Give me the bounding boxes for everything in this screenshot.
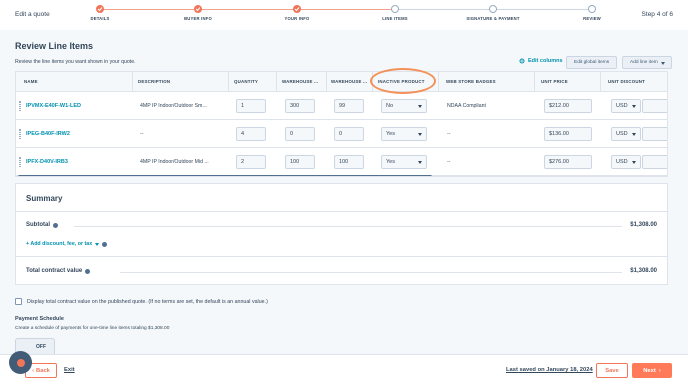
- step-signature-payment[interactable]: SIGNATURE & PAYMENT: [453, 5, 533, 21]
- next-button[interactable]: Next ›: [632, 363, 672, 378]
- column-header[interactable]: QUANTITY: [234, 79, 258, 84]
- chevron-down-icon: [418, 161, 422, 164]
- summary-title: Summary: [26, 194, 63, 203]
- currency-select[interactable]: USD: [611, 127, 641, 141]
- chevron-down-icon: [632, 133, 636, 136]
- table-row: IPVMX-E40F-W1-LED 4MP IP Indoor/Outdoor …: [16, 92, 667, 120]
- edit-columns-link[interactable]: Edit columns: [519, 58, 563, 64]
- column-header[interactable]: UNIT DISCOUNT: [608, 79, 645, 84]
- table-row: IPEG-B40F-IRW2 -- 4 0 0 Yes -- $136.00 U…: [16, 120, 667, 148]
- unit-discount-input[interactable]: [642, 127, 667, 141]
- quantity-input[interactable]: 1: [236, 99, 266, 113]
- horizontal-scrollbar[interactable]: [18, 175, 432, 176]
- step-buyer-info[interactable]: BUYER INFO: [158, 5, 238, 21]
- display-total-option[interactable]: Display total contract value on the publ…: [15, 298, 268, 305]
- line-items-table: NAME DESCRIPTION QUANTITY WAREHOUSE ... …: [15, 71, 668, 177]
- wizard-bar: Edit a quote DETAILS BUYER INFO YOUR INF…: [0, 0, 688, 30]
- future-step-dot: [489, 5, 497, 13]
- info-icon[interactable]: [85, 268, 91, 274]
- column-header[interactable]: NAME: [24, 79, 38, 84]
- future-step-dot: [588, 5, 596, 13]
- column-header[interactable]: WEB STORE BADGES: [446, 79, 496, 84]
- unit-price-input[interactable]: $136.00: [544, 127, 592, 141]
- check-icon: [293, 5, 301, 13]
- drag-handle-icon[interactable]: [19, 157, 21, 167]
- chevron-down-icon: [95, 242, 100, 246]
- column-header[interactable]: DESCRIPTION: [138, 79, 170, 84]
- check-icon: [194, 5, 202, 13]
- chevron-down-icon: [632, 161, 636, 164]
- drag-handle-icon[interactable]: [19, 129, 21, 139]
- line-item-name-link[interactable]: IPVMX-E40F-W1-LED: [26, 103, 81, 109]
- unit-price-input[interactable]: $212.00: [544, 99, 592, 113]
- total-contract-value: $1,308.00: [630, 268, 657, 274]
- description-cell: --: [140, 131, 144, 137]
- chevron-right-icon: ›: [658, 367, 661, 374]
- wizard-title: Edit a quote: [15, 11, 50, 18]
- unit-discount-input[interactable]: [642, 99, 667, 113]
- inactive-product-select[interactable]: Yes: [381, 155, 427, 169]
- table-row: IPFX-D40V-IRB3 4MP IP Indoor/Outdoor Mid…: [16, 148, 667, 176]
- add-discount-link[interactable]: + Add discount, fee, or tax: [26, 241, 108, 247]
- column-header[interactable]: WAREHOUSE ...: [282, 79, 318, 84]
- step-counter: Step 4 of 6: [641, 11, 673, 18]
- quantity-input[interactable]: 4: [236, 127, 266, 141]
- step-review[interactable]: REVIEW: [552, 5, 632, 21]
- description-cell: 4MP IP Indoor/Outdoor Sm...: [140, 103, 207, 109]
- description-cell: 4MP IP Indoor/Outdoor Mid ...: [140, 159, 209, 165]
- warehouse-input[interactable]: 300: [285, 99, 315, 113]
- chat-icon[interactable]: [9, 351, 32, 374]
- warehouse-input[interactable]: 0: [334, 127, 364, 141]
- line-item-name-link[interactable]: IPFX-D40V-IRB3: [26, 159, 68, 165]
- web-store-badge-cell: --: [447, 131, 451, 137]
- column-header[interactable]: UNIT PRICE: [541, 79, 568, 84]
- chevron-down-icon: [418, 133, 422, 136]
- info-icon[interactable]: [53, 222, 58, 228]
- unit-price-input[interactable]: $276.00: [544, 155, 592, 169]
- quantity-input[interactable]: 2: [236, 155, 266, 169]
- currency-select[interactable]: USD: [611, 99, 641, 113]
- edit-global-items-button[interactable]: Edit global items: [566, 56, 618, 69]
- chevron-down-icon: [661, 62, 665, 65]
- page-title: Review Line Items: [15, 41, 94, 51]
- chevron-down-icon: [418, 105, 422, 108]
- drag-handle-icon[interactable]: [19, 101, 21, 111]
- subtotal-label: Subtotal: [26, 222, 58, 228]
- highlight-circle: [370, 68, 436, 94]
- table-header: NAME DESCRIPTION QUANTITY WAREHOUSE ... …: [16, 72, 667, 92]
- display-total-checkbox[interactable]: [15, 298, 22, 305]
- info-icon[interactable]: [102, 241, 108, 247]
- warehouse-input[interactable]: 100: [334, 155, 364, 169]
- step-line-items[interactable]: LINE ITEMS: [355, 5, 435, 21]
- warehouse-input[interactable]: 0: [285, 127, 315, 141]
- last-saved-link[interactable]: Last saved on January 18, 2024: [506, 367, 593, 373]
- current-step-dot: [391, 5, 399, 13]
- payment-schedule-description: Create a schedule of payments for one-ti…: [15, 326, 170, 331]
- web-store-badge-cell: NDAA Compliant: [447, 103, 486, 109]
- footer-bar: ‹ Back Exit Last saved on January 18, 20…: [0, 354, 688, 383]
- warehouse-input[interactable]: 100: [285, 155, 315, 169]
- chevron-down-icon: [632, 105, 636, 108]
- inactive-product-select[interactable]: No: [381, 99, 427, 113]
- exit-link[interactable]: Exit: [64, 367, 75, 373]
- payment-schedule-heading: Payment Schedule: [15, 316, 64, 322]
- step-details[interactable]: DETAILS: [60, 5, 140, 21]
- check-icon: [96, 5, 104, 13]
- inactive-product-select[interactable]: Yes: [381, 127, 427, 141]
- step-your-info[interactable]: YOUR INFO: [257, 5, 337, 21]
- currency-select[interactable]: USD: [611, 155, 641, 169]
- line-item-name-link[interactable]: IPEG-B40F-IRW2: [26, 131, 70, 137]
- save-button[interactable]: Save: [596, 363, 628, 378]
- warehouse-input[interactable]: 99: [334, 99, 364, 113]
- gear-icon: [519, 58, 525, 64]
- column-header[interactable]: WAREHOUSE ...: [331, 79, 367, 84]
- summary-card: Summary Subtotal $1,308.00 + Add discoun…: [15, 183, 668, 285]
- chevron-left-icon: ‹: [32, 367, 35, 374]
- unit-discount-input[interactable]: [642, 155, 667, 169]
- add-line-item-button[interactable]: Add line item: [622, 56, 672, 69]
- web-store-badge-cell: --: [447, 159, 451, 165]
- subtotal-value: $1,308.00: [630, 222, 657, 228]
- total-contract-label: Total contract value: [26, 268, 91, 274]
- page-subtitle: Review the line items you want shown in …: [15, 59, 136, 65]
